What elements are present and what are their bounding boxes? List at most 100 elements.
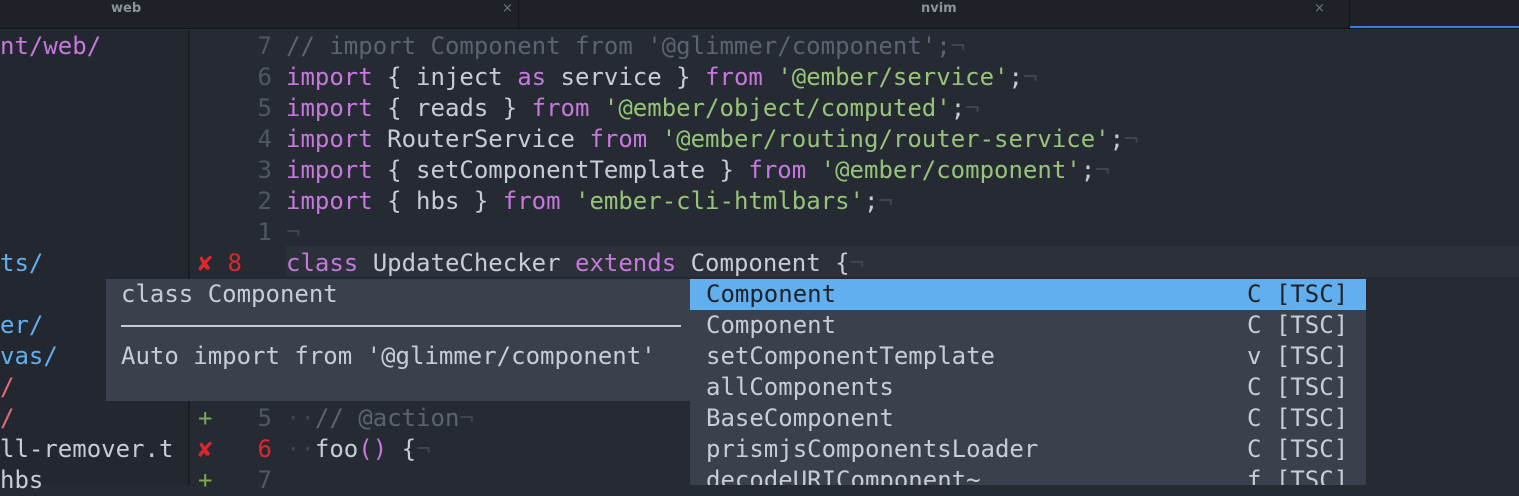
code-token: ··	[286, 435, 315, 463]
tab-nvim[interactable]: nvim ×	[519, 0, 1350, 28]
tab-nvim-label: nvim	[921, 1, 957, 16]
code-line[interactable]: import RouterService from '@ember/routin…	[286, 124, 1139, 155]
file-tree-sidebar[interactable]: nt/web/ ts/ er/ vas/ / / ll-remover.t hb…	[0, 30, 190, 494]
completion-item[interactable]: Component C [TSC]	[690, 310, 1366, 341]
tree-item[interactable]: hbs	[0, 465, 43, 496]
code-token: class	[286, 249, 359, 277]
code-line[interactable]: import { hbs } from 'ember-cli-htmlbars'…	[286, 186, 893, 217]
tab-bar: web × nvim ×	[0, 0, 1519, 29]
completion-item[interactable]: Component C [TSC]	[690, 279, 1366, 310]
code-line[interactable]: import { reads } from '@ember/object/com…	[286, 93, 980, 124]
code-token: { hbs }	[372, 187, 503, 215]
code-token: from	[531, 94, 590, 122]
code-token: ¬	[1124, 125, 1139, 153]
tree-item[interactable]: /	[0, 372, 14, 403]
tree-item[interactable]: nt/web/	[0, 31, 101, 62]
code-token: from	[705, 63, 763, 91]
line-number: 2	[257, 187, 272, 215]
code-token: ¬	[1022, 63, 1038, 91]
code-token: Component {	[676, 249, 850, 277]
tree-item[interactable]: ts/	[0, 248, 43, 279]
code-token: ¬	[878, 187, 893, 215]
code-token: foo	[314, 435, 359, 463]
code-token: import	[286, 125, 373, 153]
completion-word: allComponents	[706, 373, 894, 401]
code-token: ;	[1080, 156, 1096, 184]
completion-word: Component	[706, 311, 837, 339]
code-token: import	[286, 156, 373, 184]
code-token: ¬	[950, 32, 966, 60]
completion-kind: C [TSC]	[1247, 404, 1349, 432]
completion-menu[interactable]: Component C [TSC] Component C [TSC] setC…	[690, 279, 1366, 485]
code-line[interactable]: ··foo() {¬	[286, 434, 431, 465]
completion-word: decodeURIComponent~	[706, 466, 981, 485]
line-number: 7	[257, 466, 272, 494]
completion-item[interactable]: setComponentTemplate v [TSC]	[690, 341, 1366, 372]
completion-kind: C [TSC]	[1247, 311, 1349, 339]
line-number: 5	[257, 94, 272, 122]
line-number: 1	[257, 218, 272, 246]
completion-item[interactable]: prismjsComponentsLoader C [TSC]	[690, 434, 1366, 465]
code-token: ;	[863, 187, 879, 215]
code-token: ;	[950, 94, 966, 122]
code-line[interactable]: import { setComponentTemplate } from '@e…	[286, 155, 1110, 186]
tree-item[interactable]: /	[0, 403, 14, 434]
line-number: 4	[257, 125, 272, 153]
code-line-current[interactable]: class UpdateChecker extends Component {¬	[286, 248, 864, 279]
code-token: ()	[358, 435, 388, 463]
completion-kind: v [TSC]	[1247, 342, 1349, 370]
code-token: '@ember/service'	[777, 63, 1009, 91]
line-number: 3	[257, 156, 272, 184]
tree-item[interactable]: ll-remover.t	[0, 434, 173, 465]
hover-doc-popup: class Component Auto import from '@glimm…	[106, 279, 691, 401]
hover-divider	[121, 325, 681, 327]
line-number: 6	[257, 435, 272, 463]
code-token: extends	[575, 249, 677, 277]
code-token: RouterService	[372, 125, 590, 153]
completion-item[interactable]: BaseComponent C [TSC]	[690, 403, 1366, 434]
code-token: UpdateChecker	[358, 249, 575, 277]
code-token: ¬	[416, 435, 431, 463]
close-icon[interactable]: ×	[1314, 0, 1325, 17]
code-token: // import Component from '@glimmer/compo…	[286, 32, 951, 60]
completion-item[interactable]: allComponents C [TSC]	[690, 372, 1366, 403]
close-icon[interactable]: ×	[502, 0, 513, 17]
code-token: from	[502, 187, 561, 215]
code-token: ¬	[965, 94, 980, 122]
code-line[interactable]: // import Component from '@glimmer/compo…	[286, 31, 965, 62]
completion-word: setComponentTemplate	[706, 342, 995, 370]
completion-word: BaseComponent	[706, 404, 894, 432]
code-token: // @action	[314, 404, 460, 432]
tree-item[interactable]: vas/	[0, 341, 58, 372]
code-token: import	[286, 94, 373, 122]
completion-kind: C [TSC]	[1247, 280, 1349, 308]
code-line[interactable]: import { inject as service } from '@embe…	[286, 62, 1037, 93]
completion-word: Component	[706, 280, 837, 308]
code-token: '@ember/object/computed'	[603, 94, 951, 122]
tab-web[interactable]: web ×	[0, 0, 519, 28]
tree-item[interactable]: er/	[0, 310, 43, 341]
completion-word: prismjsComponentsLoader	[706, 435, 1039, 463]
completion-item[interactable]: decodeURIComponent~ f [TSC]	[690, 465, 1366, 485]
completion-kind: C [TSC]	[1247, 435, 1349, 463]
code-line[interactable]: ¬	[286, 217, 300, 248]
completion-kind: C [TSC]	[1247, 373, 1349, 401]
tab-active-indicator[interactable]	[1350, 0, 1519, 28]
line-number: 7	[257, 32, 272, 60]
code-line[interactable]: ··// @action¬	[286, 403, 474, 434]
code-token: ¬	[849, 249, 864, 277]
code-token: ;	[1109, 125, 1125, 153]
code-token: import	[286, 63, 373, 91]
code-token: service }	[546, 63, 706, 91]
code-token: ··	[286, 404, 315, 432]
code-token: ¬	[1095, 156, 1110, 184]
code-token: { setComponentTemplate }	[372, 156, 749, 184]
tab-web-label: web	[111, 1, 142, 16]
hover-body: Auto import from '@glimmer/component'	[121, 342, 656, 370]
code-token: ¬	[286, 218, 301, 246]
error-sign-icon: ✘	[198, 435, 213, 463]
